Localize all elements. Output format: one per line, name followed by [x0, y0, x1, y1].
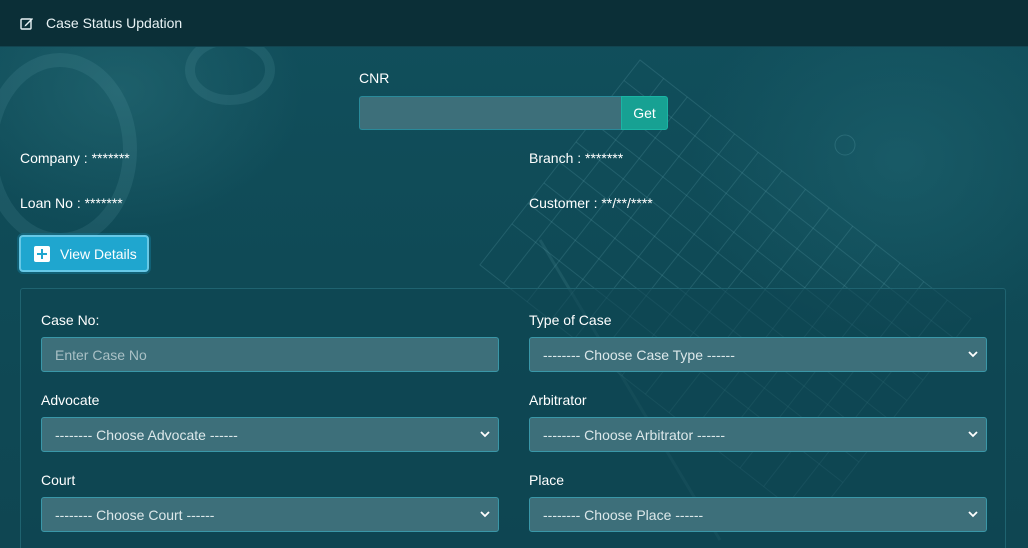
advocate-label: Advocate	[41, 392, 100, 408]
branch-value: *******	[585, 150, 624, 166]
page-title: Case Status Updation	[46, 15, 183, 31]
case-no-label: Case No:	[41, 312, 100, 328]
company-label: Company	[20, 150, 92, 166]
place-value: -------- Choose Place ------	[543, 506, 704, 523]
view-details-button[interactable]: View Details	[19, 235, 149, 272]
court-label: Court	[41, 472, 76, 488]
get-button[interactable]: Get	[621, 96, 668, 130]
cnr-input-group: Get	[359, 96, 668, 130]
customer-label: Customer	[529, 195, 601, 211]
loan-value: *******	[84, 195, 123, 211]
advocate-select[interactable]: -------- Choose Advocate ------	[41, 417, 499, 452]
customer-value: **/**/****	[601, 195, 653, 211]
branch-label: Branch	[529, 150, 585, 166]
view-details-label: View Details	[60, 245, 137, 262]
case-no-input[interactable]: Enter Case No	[41, 337, 499, 372]
court-value: -------- Choose Court ------	[55, 506, 215, 523]
company-value: *******	[91, 150, 130, 166]
type-of-case-select[interactable]: -------- Choose Case Type ------	[529, 337, 987, 372]
place-label: Place	[529, 472, 565, 488]
page-header: Case Status Updation	[0, 0, 1028, 47]
loan-info: Loan No*******	[20, 195, 123, 211]
branch-info: Branch*******	[529, 150, 623, 166]
arbitrator-label: Arbitrator	[529, 392, 587, 408]
customer-info: Customer**/**/****	[529, 195, 653, 211]
arbitrator-value: -------- Choose Arbitrator ------	[543, 426, 725, 443]
plus-square-icon	[34, 245, 50, 262]
edit-icon	[20, 16, 34, 30]
chevron-down-icon	[968, 511, 978, 518]
advocate-value: -------- Choose Advocate ------	[55, 426, 238, 443]
loan-label: Loan No	[20, 195, 85, 211]
type-of-case-value: -------- Choose Case Type ------	[543, 346, 735, 363]
case-form-panel: Case No: Enter Case No Type of Case ----…	[20, 288, 1006, 548]
arbitrator-select[interactable]: -------- Choose Arbitrator ------	[529, 417, 987, 452]
cnr-label: CNR	[359, 70, 390, 86]
type-of-case-label: Type of Case	[529, 312, 612, 328]
chevron-down-icon	[968, 431, 978, 438]
company-info: Company*******	[20, 150, 130, 166]
place-select[interactable]: -------- Choose Place ------	[529, 497, 987, 532]
chevron-down-icon	[480, 431, 490, 438]
cnr-input[interactable]	[359, 96, 621, 130]
chevron-down-icon	[968, 351, 978, 358]
court-select[interactable]: -------- Choose Court ------	[41, 497, 499, 532]
chevron-down-icon	[480, 511, 490, 518]
